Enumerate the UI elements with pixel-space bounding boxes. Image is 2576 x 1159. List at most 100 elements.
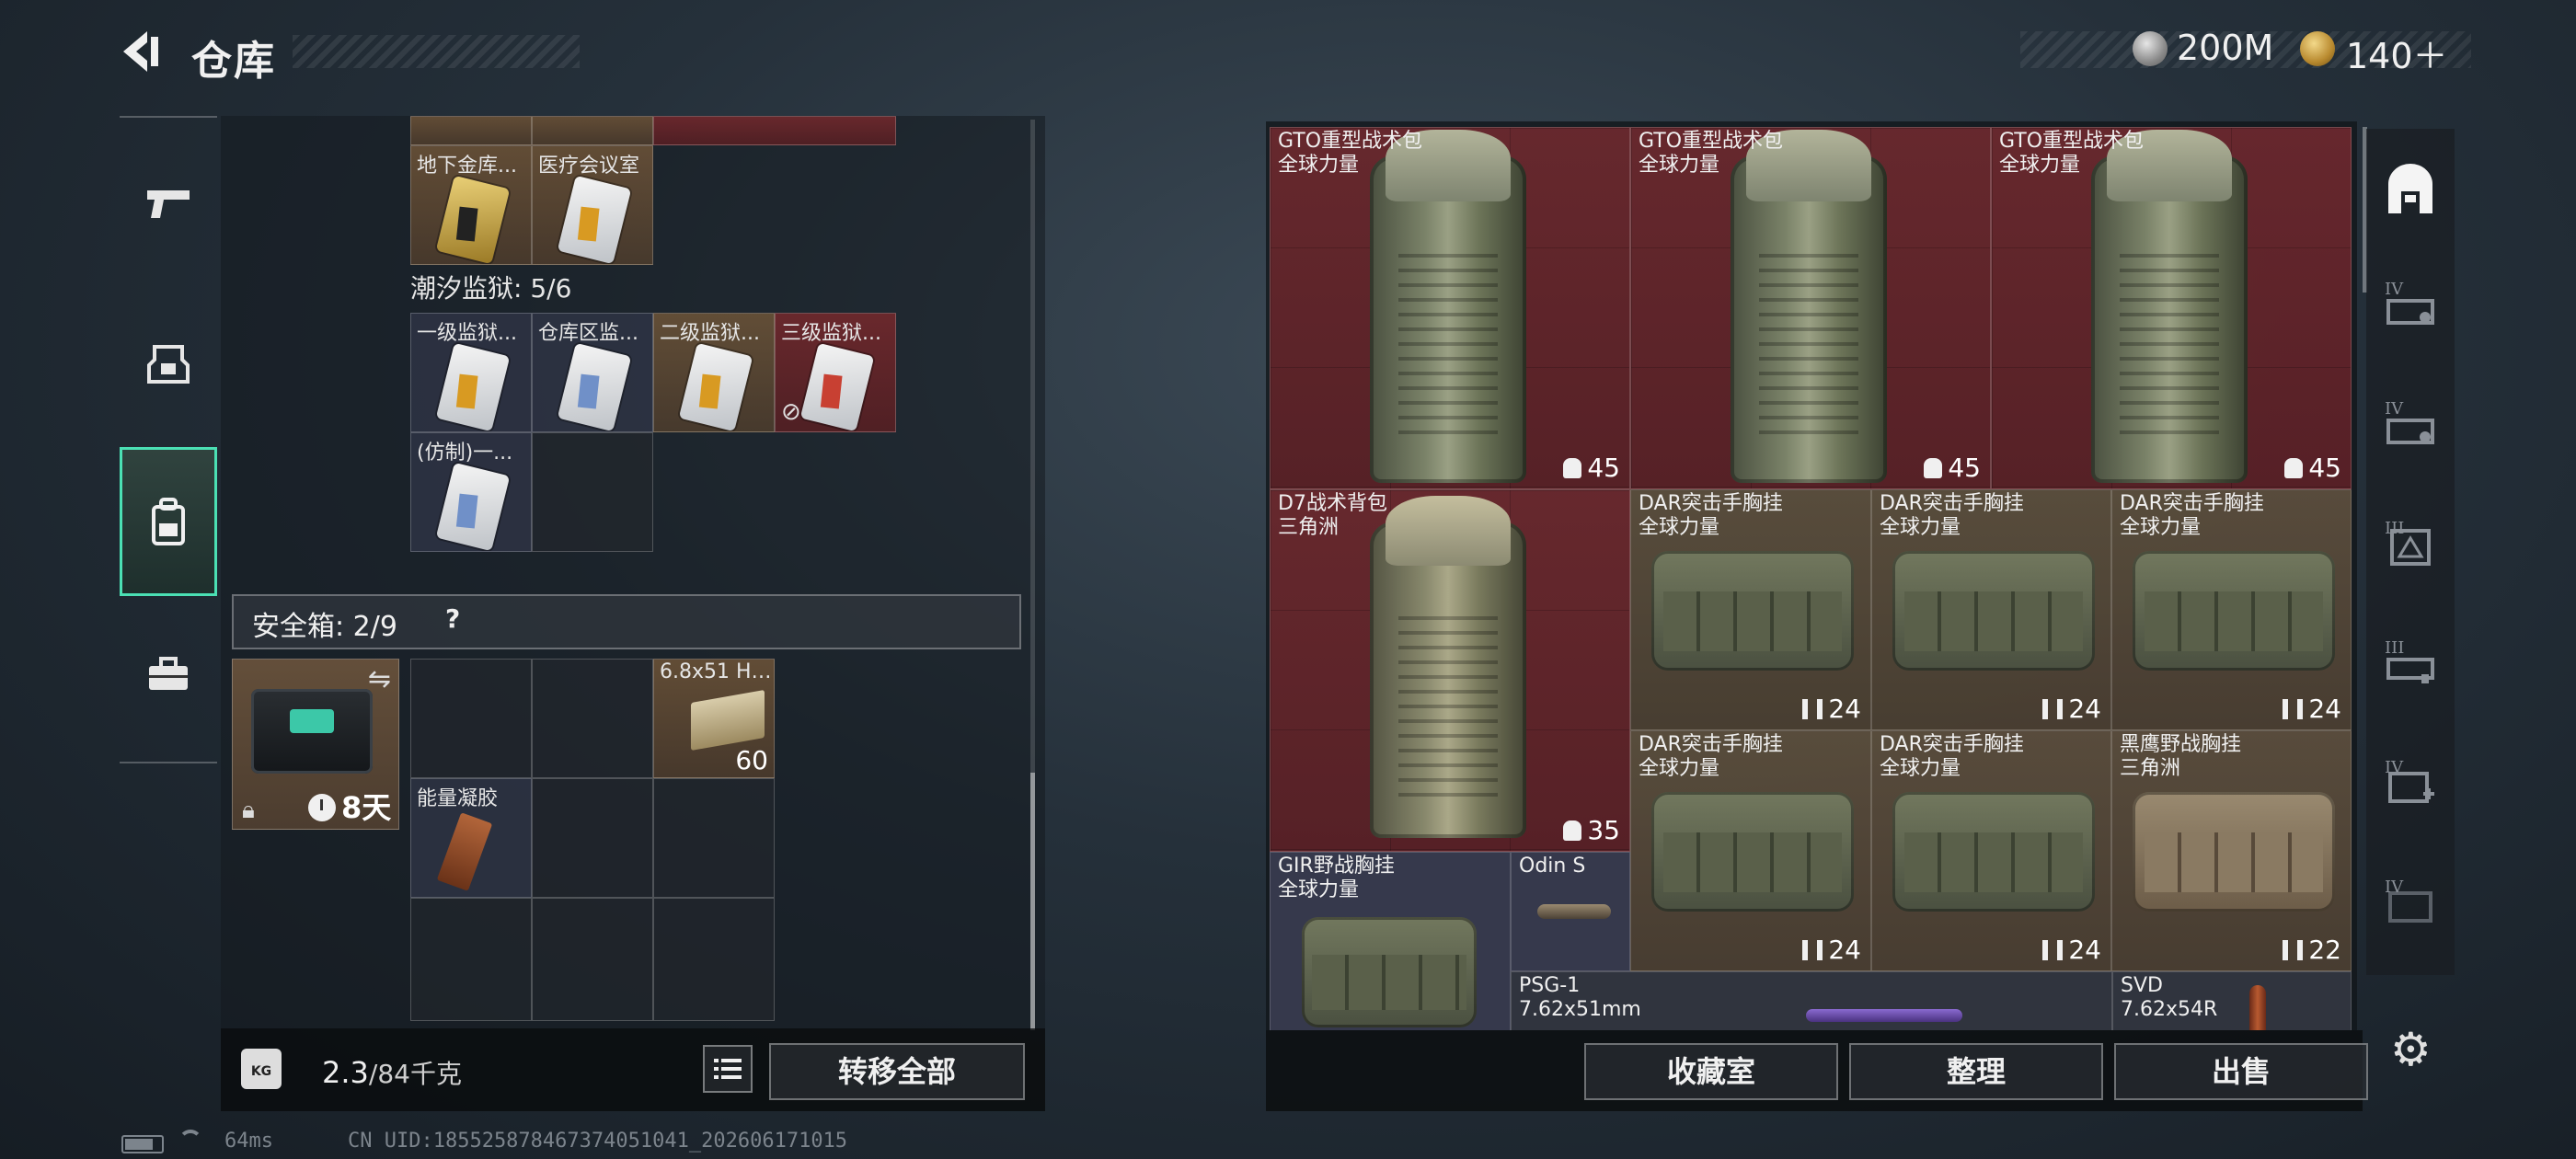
keycard-slot-partial[interactable] [532,116,653,145]
keycard-slot[interactable]: 医疗会议室 [532,145,653,265]
sell-button[interactable]: 出售 [2114,1043,2368,1100]
safebox-slot[interactable] [653,898,775,1021]
tier-label: IV [2385,758,2404,777]
item-capacity: 45 [2284,453,2341,483]
help-icon[interactable]: ? [445,603,460,634]
nav-container-1[interactable]: IV [2366,248,2455,368]
weight-icon: KG [241,1049,282,1089]
back-arrow-icon[interactable] [118,28,164,75]
stash-item-chest-rig[interactable]: GIR野战胸挂 全球力量 [1270,852,1511,1030]
list-view-button[interactable] [703,1045,753,1093]
stash-item-chest-rig[interactable]: DAR突击手胸挂 全球力量 24 [1630,730,1871,971]
vest-capacity-icon [2042,699,2064,719]
backpack-image [1731,129,1887,483]
item-name: DAR突击手胸挂 全球力量 [2120,492,2264,539]
safebox-slot-gel[interactable]: 能量凝胶 [410,778,532,898]
stash-item-chest-rig[interactable]: DAR突击手胸挂 全球力量 24 [1871,489,2111,730]
keycard-image [799,342,875,431]
stash-item-backpack[interactable]: D7战术背包 三角洲 35 [1270,489,1630,852]
tier-label: IV [2385,280,2404,299]
stash-item-scope[interactable]: Odin S [1511,852,1630,971]
vest-capacity-icon [2042,940,2064,960]
backpack-image [2091,129,2248,483]
nav-container-5[interactable]: IV [2366,727,2455,846]
safebox-slot-ammo[interactable]: 6.8x51 Hybrid 60 [653,659,775,778]
stash-item-backpack[interactable]: GTO重型战术包 全球力量 45 [1630,127,1991,489]
battery-icon [121,1135,164,1153]
safebox-slot[interactable] [653,778,775,898]
scope-image [1537,904,1611,919]
empty-slot[interactable] [532,432,653,552]
item-name: DAR突击手胸挂 全球力量 [1880,492,2024,539]
safebox-capacity-label: 安全箱: 2/9 [252,611,397,643]
stash-item-chest-rig[interactable]: DAR突击手胸挂 全球力量 24 [2111,489,2352,730]
toolbox-icon [149,657,188,690]
item-capacity: 45 [1563,453,1620,483]
stash-item-rifle[interactable]: SVD 7.62x54R [2112,971,2352,1030]
item-name: D7战术背包 三角洲 [1278,492,1387,539]
chest-rig-image [1302,917,1477,1027]
keycard-slot[interactable]: 三级监狱... ⊘ [775,313,896,432]
keycard-slot-partial[interactable] [653,116,896,145]
keycard-slot[interactable]: 一级监狱... [410,313,532,432]
nav-weapons[interactable] [120,143,217,263]
item-capacity: 24 [1802,694,1861,724]
collection-room-button[interactable]: 收藏室 [1584,1043,1838,1100]
item-capacity: 22 [2283,935,2341,965]
organize-button[interactable]: 整理 [1849,1043,2103,1100]
keycard-slot-partial[interactable] [410,116,532,145]
ammo-box-image [691,689,765,752]
item-name: GTO重型战术包 全球力量 [1639,130,1784,177]
clock-icon [308,794,336,821]
capacity-icon [2284,458,2304,478]
keycard-slot[interactable]: (仿制)一... [410,432,532,552]
safebox-slot[interactable] [410,659,532,778]
capacity-icon [1563,820,1582,841]
keycard-slot[interactable]: 仓库区监... [532,313,653,432]
keycard-slot[interactable]: 二级监狱... [653,313,775,432]
tier-label: III [2385,638,2405,658]
transfer-all-button[interactable]: 转移全部 [769,1043,1025,1100]
vest-capacity-icon [2283,699,2304,719]
broken-card-icon: ⊘ [781,398,801,426]
page-title: 仓库 [191,38,276,85]
settings-gear-icon[interactable]: ⚙ [2390,1023,2432,1076]
nav-items[interactable] [120,614,217,734]
stash-item-backpack[interactable]: GTO重型战术包 全球力量 45 [1991,127,2352,489]
stash-container-nav: IV IV III III IV IV [2366,129,2455,975]
stash-item-chest-rig[interactable]: DAR突击手胸挂 全球力量 24 [1871,730,2111,971]
nav-armor[interactable] [120,304,217,423]
keycard-slot[interactable]: 地下金库... [410,145,532,265]
chest-rig-image [1892,551,2095,671]
stash-item-chest-rig[interactable]: DAR突击手胸挂 全球力量 24 [1630,489,1871,730]
safebox-slot[interactable] [532,898,653,1021]
nav-container-4[interactable]: III [2366,607,2455,727]
left-scroll-thumb[interactable] [1030,773,1035,1030]
safebox-slot[interactable] [532,659,653,778]
chest-rig-image [2133,792,2335,912]
rifle-image [1806,1009,1962,1022]
stash-item-rifle[interactable]: PSG-1 7.62x51mm [1511,971,2112,1030]
backpack-image [1370,496,1526,838]
safebox-slot[interactable] [532,778,653,898]
swap-icon[interactable]: ⇋ [368,663,391,695]
nav-backpacks[interactable] [120,447,217,596]
ammo-count: 60 [735,745,768,775]
nav-container-2[interactable]: IV [2366,368,2455,488]
chest-rig-image [1651,551,1854,671]
gold-currency-value[interactable]: 140＋ [2346,28,2448,78]
nav-main-stash[interactable] [2366,129,2455,248]
wifi-icon [178,1130,202,1153]
safebox-slot[interactable] [410,898,532,1021]
safebox-container[interactable]: ⇋ 🔒︎ 8天 [232,659,399,830]
keycard-image [435,175,511,264]
stash-item-chest-rig[interactable]: 黑鹰野战胸挂 三角洲 22 [2111,730,2352,971]
tier-label: IV [2385,399,2404,419]
chest-rig-image [1651,792,1854,912]
nav-container-3[interactable]: III [2366,488,2455,607]
item-name: GIR野战胸挂 全球力量 [1278,855,1395,901]
safebox-days-remaining: 8天 [341,790,392,825]
backpack-icon [152,498,185,545]
nav-container-6[interactable]: IV [2366,846,2455,966]
stash-item-backpack[interactable]: GTO重型战术包 全球力量 45 [1270,127,1630,489]
